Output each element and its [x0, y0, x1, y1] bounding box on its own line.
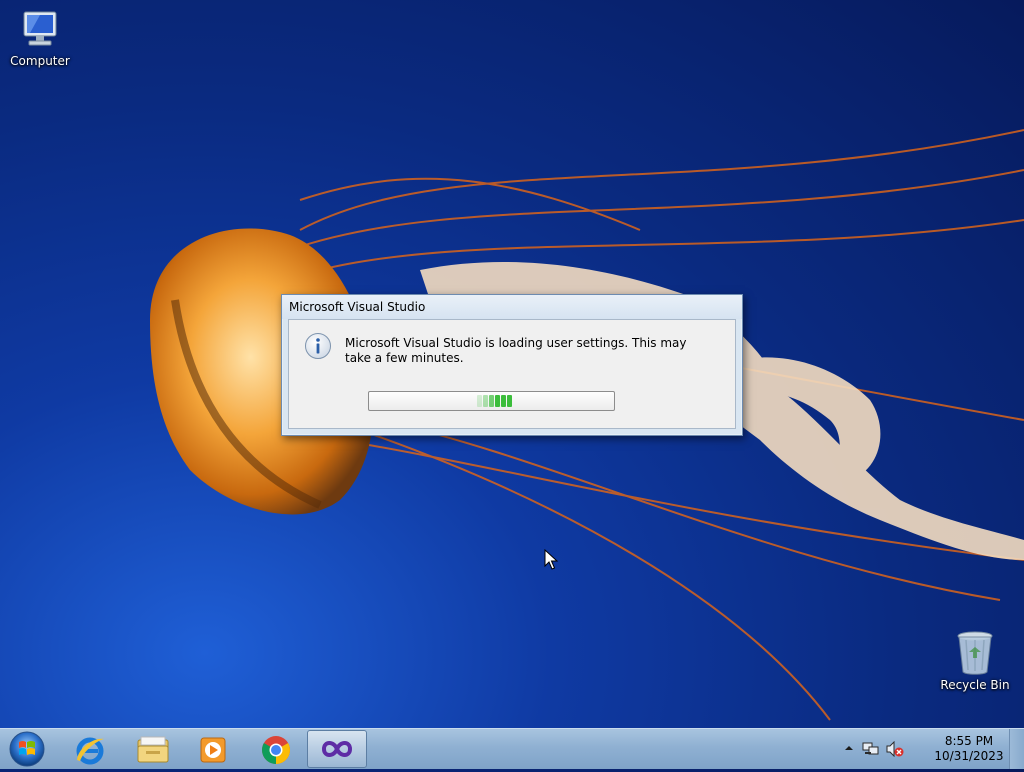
desktop-icon-recycle-bin[interactable]: Recycle Bin	[935, 630, 1015, 692]
show-desktop-button[interactable]	[1009, 729, 1024, 769]
progress-segment	[507, 395, 512, 407]
progress-segment	[495, 395, 500, 407]
system-tray: 8:55 PM 10/31/2023	[844, 729, 1004, 769]
taskbar-button-file-explorer[interactable]	[124, 730, 180, 768]
progress-marquee	[477, 395, 512, 407]
progress-segment	[501, 395, 506, 407]
taskbar-button-visual-studio[interactable]	[307, 730, 367, 768]
show-hidden-icons-chevron[interactable]	[844, 741, 854, 755]
clock[interactable]: 8:55 PM 10/31/2023	[934, 734, 1004, 764]
windows-start-orb-icon	[9, 731, 45, 767]
chrome-icon	[262, 736, 290, 764]
internet-explorer-icon	[76, 737, 104, 765]
dialog-body: Microsoft Visual Studio is loading user …	[288, 319, 736, 429]
desktop-icon-label: Recycle Bin	[940, 678, 1010, 692]
progress-segment	[483, 395, 488, 407]
taskbar-button-internet-explorer[interactable]	[62, 730, 118, 768]
clock-time: 8:55 PM	[944, 734, 994, 748]
computer-icon	[23, 11, 57, 46]
clock-date: 10/31/2023	[934, 749, 1004, 763]
progress-segment	[477, 395, 482, 407]
taskbar: 8:55 PM 10/31/2023	[0, 728, 1024, 769]
taskbar-button-chrome[interactable]	[248, 730, 304, 768]
info-icon	[305, 333, 331, 359]
dialog-title[interactable]: Microsoft Visual Studio	[282, 295, 742, 319]
desktop-icon-label: Computer	[10, 54, 70, 68]
media-player-icon	[200, 737, 226, 763]
start-button[interactable]	[6, 730, 48, 768]
recycle-bin-icon	[957, 631, 993, 675]
mouse-cursor-icon	[544, 549, 558, 570]
loading-progress-bar	[368, 391, 615, 411]
taskbar-button-media-player[interactable]	[186, 730, 242, 768]
file-explorer-icon	[137, 736, 169, 763]
progress-segment	[489, 395, 494, 407]
network-icon[interactable]	[862, 741, 880, 757]
dialog-message: Microsoft Visual Studio is loading user …	[345, 336, 687, 365]
loading-dialog: Microsoft Visual Studio Microsoft Visual…	[281, 294, 743, 436]
volume-muted-icon[interactable]	[886, 741, 904, 757]
desktop-icon-computer[interactable]: Computer	[0, 8, 80, 68]
visual-studio-icon	[321, 741, 353, 757]
